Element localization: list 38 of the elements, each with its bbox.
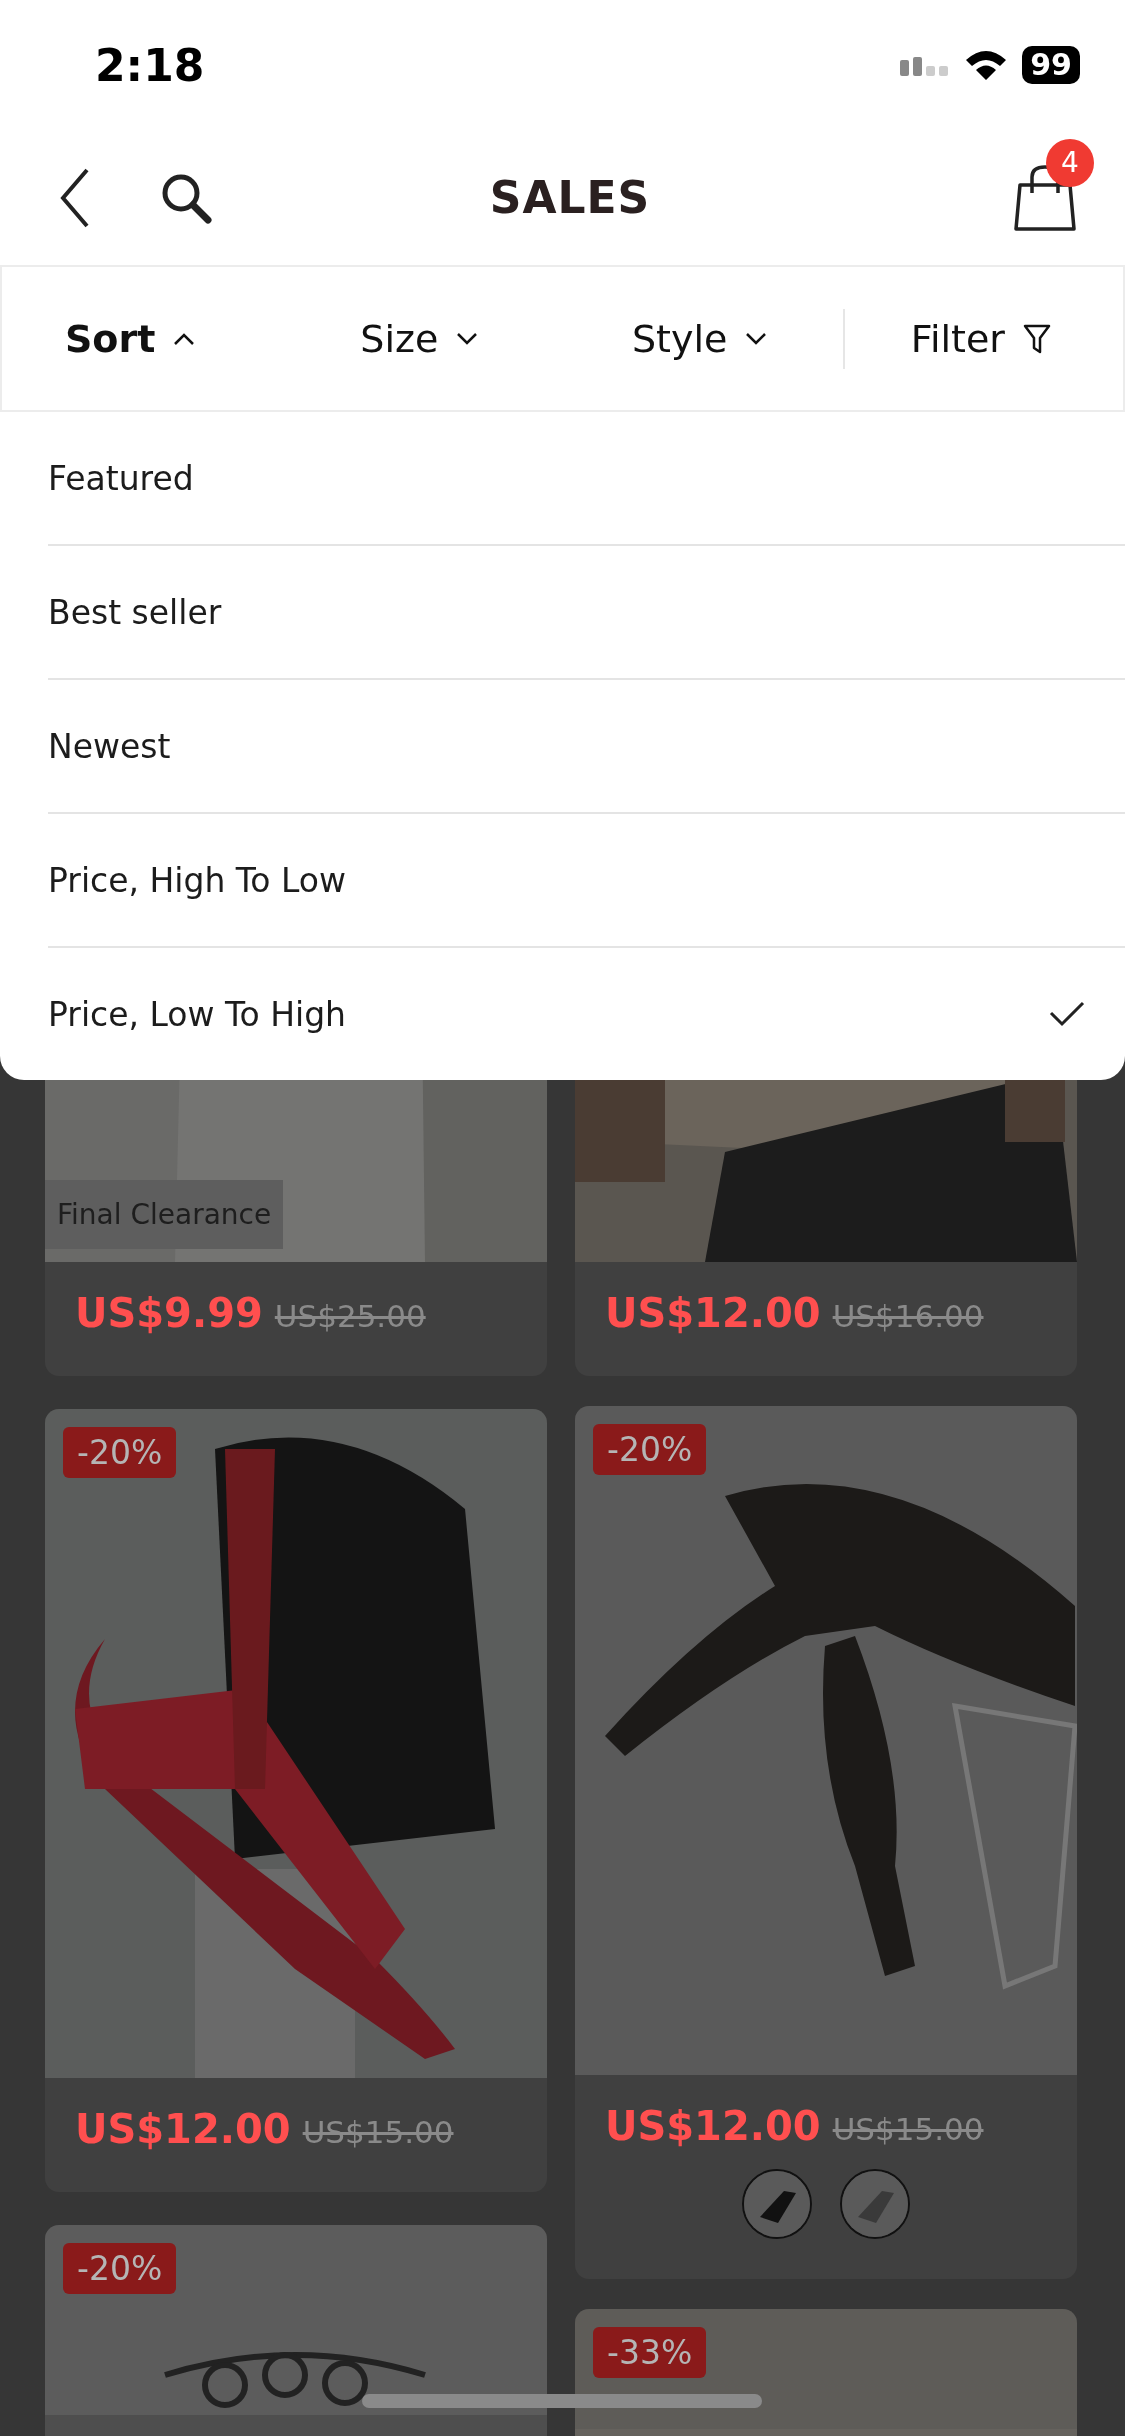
original-price: US$25.00	[274, 1298, 426, 1334]
caret-up-icon	[173, 331, 196, 346]
back-icon[interactable]	[60, 167, 90, 228]
discount-badge: -20%	[63, 2243, 177, 2294]
dropdown-button[interactable]: Sort	[2, 315, 283, 362]
sale-price: US$9.99	[75, 1290, 263, 1336]
sort-option[interactable]: Price, High To Low	[48, 814, 1125, 948]
caret-down-icon	[456, 331, 479, 346]
checkmark-icon	[1049, 1001, 1085, 1027]
filter-button[interactable]: Filter	[842, 308, 1123, 369]
sort-option[interactable]: Featured	[48, 412, 1125, 546]
dropdown-button[interactable]: Style	[562, 315, 843, 362]
cart-count-badge: 4	[1046, 138, 1094, 187]
wifi-icon	[964, 48, 1009, 82]
sale-price: US$12.00	[605, 2103, 821, 2149]
sort-option[interactable]: Price, Low To High	[48, 948, 1125, 1080]
sale-price: US$12.00	[605, 1290, 821, 1336]
filter-icon	[1022, 323, 1051, 354]
product-card[interactable]: -20% US$12.00 US$15.00	[575, 1406, 1077, 2279]
sort-option[interactable]: Best seller	[48, 546, 1125, 680]
clearance-tag: Final Clearance	[45, 1180, 284, 1249]
dropdown-button[interactable]: Size	[282, 315, 563, 362]
original-price: US$16.00	[832, 1298, 984, 1334]
product-card[interactable]: -20%	[45, 2225, 547, 2436]
discount-badge: -20%	[63, 1427, 177, 1478]
discount-badge: -33%	[593, 2327, 707, 2378]
original-price: US$15.00	[302, 2114, 454, 2150]
caret-down-icon	[745, 331, 768, 346]
product-card[interactable]: -20% US$12.00 US$15.00	[45, 1409, 547, 2192]
sale-price: US$12.00	[75, 2106, 291, 2152]
page-title: SALES	[489, 172, 651, 223]
original-price: US$15.00	[832, 2111, 984, 2147]
signal-icon	[900, 54, 951, 76]
battery-level: 99	[1022, 46, 1080, 84]
product-card[interactable]: -33%	[575, 2309, 1077, 2436]
status-time: 2:18	[95, 39, 205, 91]
discount-badge: -20%	[593, 1424, 707, 1475]
sort-option[interactable]: Newest	[48, 680, 1125, 814]
